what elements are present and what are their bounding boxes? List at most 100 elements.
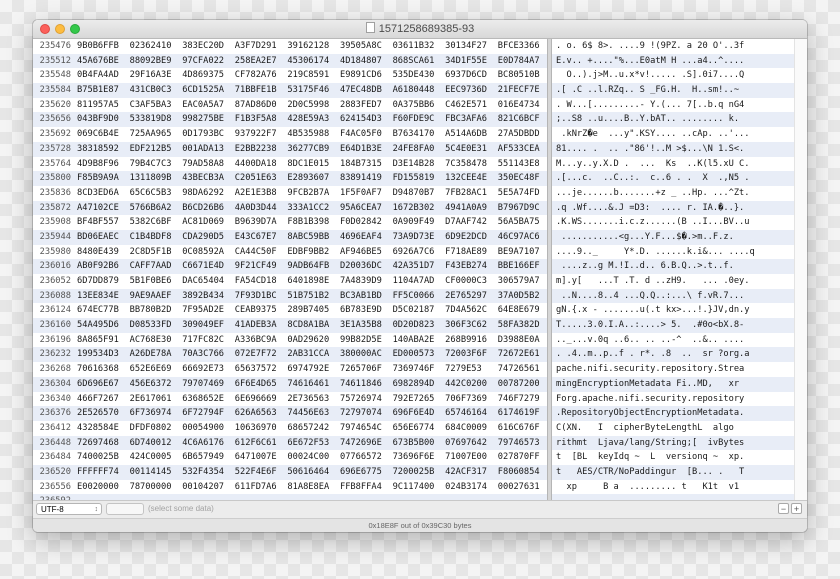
hex-row[interactable]: 235548 0B4FA4AD 29F16A3E 4D869375 CF782A76 21… (33, 68, 547, 83)
hex-group[interactable]: 8A865F91 (77, 333, 130, 348)
hex-group[interactable]: CF782A76 (235, 68, 288, 83)
hex-group[interactable]: 383EC20D (182, 39, 235, 54)
hex-group[interactable]: 8CD8A1BA (287, 318, 340, 333)
hex-group[interactable]: 4941A0A9 (445, 201, 498, 216)
remove-button[interactable]: − (778, 503, 789, 514)
hex-group[interactable]: DAC65404 (182, 274, 235, 289)
hex-group[interactable]: 024B3174 (445, 480, 498, 495)
hex-group[interactable]: 333A1CC2 (287, 201, 340, 216)
hex-group[interactable]: 24FE8FA0 (393, 142, 446, 157)
hex-group[interactable]: F4AC05F0 (340, 127, 393, 142)
hex-group[interactable]: F8B1B398 (287, 215, 340, 230)
hex-group[interactable]: 65637572 (235, 362, 288, 377)
hex-group[interactable]: E64D1B3E (340, 142, 393, 157)
hex-group[interactable]: 7200025B (393, 465, 446, 480)
hex-pane[interactable]: 235476 9B0B6FFB 02362410 383EC20D A3F7D291 39… (33, 39, 547, 521)
hex-group[interactable]: 7472696E (340, 436, 393, 451)
hex-group[interactable]: 8DC1E015 (287, 157, 340, 172)
hex-group[interactable]: E43C67E7 (235, 230, 288, 245)
hex-group[interactable]: 6937D6CD (445, 68, 498, 83)
hex-group[interactable]: 7C358478 (445, 157, 498, 172)
hex-row[interactable]: 235476 9B0B6FFB 02362410 383EC20D A3F7D291 39… (33, 39, 547, 54)
hex-group[interactable]: 072E7F72 (235, 347, 288, 362)
hex-group[interactable]: 0A909F49 (393, 215, 446, 230)
hex-group[interactable]: 2883FED7 (340, 98, 393, 113)
hex-group[interactable]: 5E5A74FD (498, 186, 547, 201)
hex-group[interactable]: 74726561 (498, 362, 547, 377)
hex-group[interactable]: 821C6BCF (498, 112, 547, 127)
hex-group[interactable]: 9B0B6FFB (77, 39, 130, 54)
hex-group[interactable]: 868SCA61 (393, 54, 446, 69)
hex-row[interactable]: 236520 FFFFFF74 00114145 532F4354 522F4E6F 50… (33, 464, 547, 480)
hex-group[interactable]: 306579A7 (498, 274, 547, 289)
hex-group[interactable]: 72003F6F (445, 347, 498, 362)
encoding-select[interactable]: UTF-8 ↕ (36, 503, 102, 515)
hex-group[interactable]: 306F3C62 (445, 318, 498, 333)
hex-group[interactable]: 043BF9D0 (77, 112, 130, 127)
hex-group[interactable]: 39505A8C (340, 39, 393, 54)
hex-group[interactable]: 6974792E (287, 362, 340, 377)
hex-group[interactable]: BF4BF557 (77, 215, 130, 230)
hex-group[interactable]: 937922F7 (235, 127, 288, 142)
hex-group[interactable]: CA44C50F (235, 245, 288, 260)
text-row[interactable]: .q .Wf....&.J =D3: .... r. IA.�..}. (552, 200, 794, 216)
text-row[interactable]: ...je......b.......+z _ ..Hp. ...^Zt. (552, 186, 794, 201)
hex-group[interactable]: 75726974 (340, 392, 393, 407)
hex-group[interactable]: 13EE834E (77, 289, 130, 304)
hex-group[interactable]: 184B7315 (340, 157, 393, 172)
hex-group[interactable]: F85B9A9A (77, 171, 130, 186)
hex-group[interactable]: 72672E61 (498, 347, 547, 362)
hex-group[interactable]: F1B3F5A8 (235, 112, 288, 127)
hex-group[interactable]: 9FCB2B7A (287, 186, 340, 201)
hex-group[interactable]: 00104207 (182, 480, 235, 495)
hex-group[interactable]: 9AE9AAEF (130, 289, 183, 304)
hex-group[interactable]: 0AD29620 (287, 333, 340, 348)
hex-group[interactable]: 79B4C7C3 (130, 157, 183, 172)
text-row[interactable]: .K.WS.......i.c.z......(B ..I...BV..u (552, 215, 794, 230)
text-row[interactable]: ....9.._ Y*.D. ......k.i&... ....q (552, 245, 794, 260)
hex-group[interactable]: BC3AB1BD (340, 289, 393, 304)
hex-group[interactable]: 36277CB9 (287, 142, 340, 157)
hex-row[interactable]: 236268 70616368 652E6E69 66692E73 65637572 69… (33, 362, 547, 377)
hex-group[interactable]: F60FDE9C (393, 112, 446, 127)
hex-group[interactable]: 3E1A35B8 (340, 318, 393, 333)
hex-group[interactable]: E9891CD6 (340, 68, 393, 83)
hex-group[interactable]: 0C08592A (182, 245, 235, 260)
hex-group[interactable]: F43EB274 (445, 259, 498, 274)
hex-group[interactable]: AF533CEA (498, 142, 547, 157)
hex-group[interactable]: B7967D9C (498, 201, 547, 216)
hex-group[interactable]: 424C0005 (130, 450, 183, 465)
hex-group[interactable]: 7974654C (340, 421, 393, 436)
text-row[interactable]: . o. 6$ 8>. ....9 !(9PZ. a 20 O'..3f (552, 39, 794, 54)
hex-group[interactable]: 626A6563 (235, 406, 288, 421)
hex-group[interactable]: 6B657949 (182, 450, 235, 465)
hex-group[interactable]: B7634170 (393, 127, 446, 142)
hex-row[interactable]: 236124 674EC77B BB780B2D 7F95AD2E CEAB9375 28… (33, 303, 547, 318)
hex-group[interactable]: 431CB0C3 (130, 83, 183, 98)
hex-group[interactable]: 535DE430 (393, 68, 446, 83)
hex-group[interactable]: 72797074 (340, 406, 393, 421)
hex-group[interactable]: 6CD1525A (182, 83, 235, 98)
hex-row[interactable]: 235908 BF4BF557 5382C6BF AC81D069 B9639D7A F8… (33, 215, 547, 230)
add-button[interactable]: + (791, 503, 802, 514)
hex-group[interactable]: 02362410 (130, 39, 183, 54)
hex-group[interactable]: 456E6372 (130, 377, 183, 392)
hex-group[interactable]: 6D7DD879 (77, 274, 130, 289)
hex-group[interactable]: 0B4FA4AD (77, 68, 130, 83)
hex-group[interactable]: 54A495D6 (77, 318, 130, 333)
hex-group[interactable]: CF0000C3 (445, 274, 498, 289)
hex-group[interactable]: 50616464 (287, 465, 340, 480)
hex-group[interactable]: 706F7369 (445, 392, 498, 407)
hex-group[interactable]: 1104A7AD (393, 274, 446, 289)
hex-group[interactable]: 069C6B4E (77, 127, 130, 142)
hex-group[interactable]: 6F72794F (182, 406, 235, 421)
hex-group[interactable]: EAC0A5A7 (182, 98, 235, 113)
hex-group[interactable]: 7F95AD2E (182, 303, 235, 318)
hex-group[interactable]: 66692E73 (182, 362, 235, 377)
hex-group[interactable]: AF946BE5 (340, 245, 393, 260)
text-row[interactable]: . W...[.........- Y.(... 7[..b.q nG4 (552, 98, 794, 113)
hex-group[interactable]: 6E672F53 (287, 436, 340, 451)
hex-row[interactable]: 235728 38318592 EDF212B5 001ADA13 E2BB2238 36… (33, 141, 547, 157)
text-row[interactable]: t [BL keyIdq ~ L versionq ~ xp. (552, 450, 794, 465)
hex-group[interactable]: 674EC77B (77, 303, 130, 318)
